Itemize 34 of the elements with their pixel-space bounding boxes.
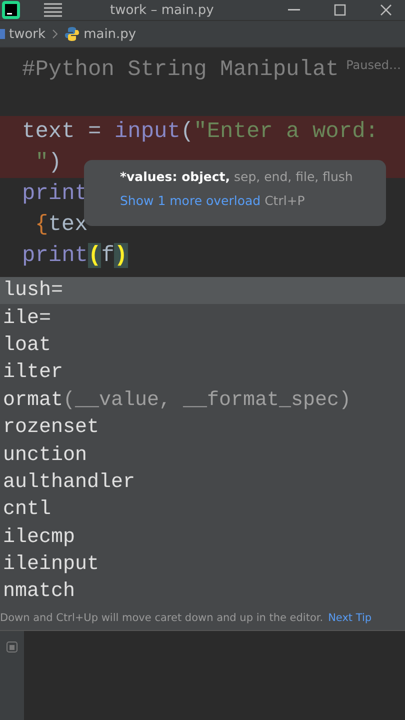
completion-item[interactable]: ilter: [0, 359, 405, 387]
code-text: print: [22, 181, 88, 206]
tip-text: Down and Ctrl+Up will move caret down and up in the editor.: [0, 612, 324, 624]
breadcrumb-item[interactable]: main.py: [64, 26, 136, 42]
code-text: {tex: [35, 212, 88, 237]
shortcut-hint: Ctrl+P: [264, 193, 305, 208]
python-file-icon: [64, 26, 80, 42]
app-logo-icon: [2, 1, 20, 19]
completion-item[interactable]: ilecmp: [0, 524, 405, 551]
completion-item[interactable]: ileinput: [0, 550, 405, 578]
completion-item[interactable]: lush=: [0, 277, 405, 304]
code-text: text = input("Enter a word:: [22, 119, 378, 144]
window-title: twork – main.py: [110, 2, 214, 18]
code-text: print(f): [22, 243, 128, 268]
completion-item[interactable]: aulthandler: [0, 468, 405, 496]
code-text: "): [34, 150, 62, 175]
code-text: #Python String Manipulat: [22, 57, 339, 82]
close-icon[interactable]: [380, 4, 392, 16]
completion-item[interactable]: unction: [0, 441, 405, 469]
chevron-icon: [52, 29, 58, 39]
status-text: Paused…: [346, 58, 401, 72]
minimize-icon[interactable]: [288, 9, 300, 11]
menu-icon[interactable]: [44, 3, 62, 17]
current-parameter: *values: object,: [120, 169, 230, 184]
completion-item[interactable]: ile=: [0, 304, 405, 332]
breadcrumb-item[interactable]: twork: [0, 26, 46, 42]
completion-item[interactable]: ormat(__value, __format_spec): [0, 386, 405, 414]
other-parameters: sep, end, file, flush: [234, 169, 353, 184]
maximize-icon[interactable]: [334, 4, 346, 16]
completion-item[interactable]: loat: [0, 332, 405, 360]
folder-icon: [0, 29, 5, 39]
completion-item[interactable]: cntl: [0, 496, 405, 524]
completion-item[interactable]: rozenset: [0, 414, 405, 442]
completion-item[interactable]: nmatch: [0, 578, 405, 606]
